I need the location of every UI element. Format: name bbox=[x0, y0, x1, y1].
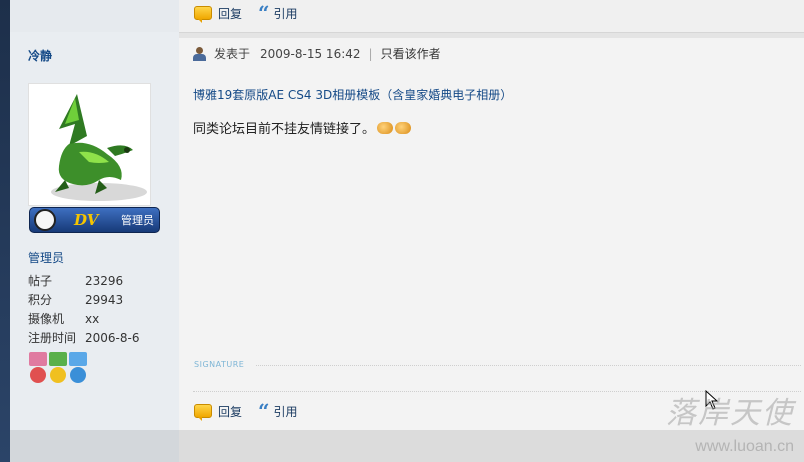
sidebar-bottom bbox=[10, 430, 179, 462]
quote-label: 引用 bbox=[273, 404, 298, 419]
top-action-row: 回复 “ 引用 bbox=[194, 1, 314, 25]
signature-divider bbox=[256, 365, 801, 366]
quote-icon: “ bbox=[258, 1, 269, 25]
post-timestamp: 2009-8-15 16:42 bbox=[260, 46, 361, 61]
stat-row: 注册时间 2006-8-6 bbox=[28, 329, 173, 348]
badge-text: 管理员 bbox=[121, 214, 154, 227]
only-author-link[interactable]: 只看该作者 bbox=[381, 45, 441, 62]
sidebar-top bbox=[10, 0, 179, 32]
avatar[interactable] bbox=[28, 83, 151, 206]
username-link[interactable]: 冷静 bbox=[28, 47, 52, 64]
thread-title-link[interactable]: 博雅19套原版AE CS4 3D相册模板（含皇家婚典电子相册） bbox=[193, 86, 512, 103]
posted-prefix: 发表于 bbox=[214, 47, 251, 61]
user-icon bbox=[193, 46, 206, 61]
signature-label: SIGNATURE bbox=[194, 360, 245, 369]
handshake-emoticon-icon bbox=[377, 121, 394, 134]
user-stats: 帖子 23296 积分 29943 摄像机 xx 注册时间 2006-8-6 bbox=[28, 272, 173, 348]
left-edge-stripe bbox=[0, 0, 10, 462]
quote-button[interactable]: “ 引用 bbox=[258, 399, 298, 423]
reply-button[interactable]: 回复 bbox=[194, 403, 243, 421]
stat-label: 注册时间 bbox=[28, 331, 77, 345]
stat-row: 帖子 23296 bbox=[28, 272, 173, 291]
stat-value: xx bbox=[85, 312, 100, 326]
quote-label: 引用 bbox=[273, 6, 298, 21]
medal-icon[interactable] bbox=[49, 352, 67, 385]
watermark-url: www.luoan.cn bbox=[695, 438, 794, 455]
top-quote-button[interactable]: “ 引用 bbox=[258, 1, 298, 25]
medal-icon[interactable] bbox=[29, 352, 47, 385]
medal-list bbox=[29, 352, 87, 385]
admin-badge: DV 管理员 bbox=[29, 207, 160, 233]
top-reply-button[interactable]: 回复 bbox=[194, 5, 243, 23]
meta-separator: | bbox=[368, 46, 373, 61]
post-text: 同类论坛目前不挂友情链接了。 bbox=[193, 122, 376, 137]
stat-label: 帖子 bbox=[28, 274, 53, 288]
stat-row: 摄像机 xx bbox=[28, 310, 173, 329]
reply-label: 回复 bbox=[218, 6, 243, 21]
handshake-emoticon-icon bbox=[395, 121, 412, 134]
reply-bubble-icon bbox=[194, 6, 212, 23]
site-watermark: 落岸天使 bbox=[666, 396, 794, 431]
film-reel-icon bbox=[34, 209, 56, 231]
post-meta: 发表于 2009-8-15 16:42 | 只看该作者 bbox=[193, 45, 441, 62]
badge-logo: DV bbox=[74, 211, 99, 229]
reply-label: 回复 bbox=[218, 404, 243, 419]
quote-icon: “ bbox=[258, 399, 269, 423]
dragon-avatar-image bbox=[51, 94, 147, 201]
stat-row: 积分 29943 bbox=[28, 291, 173, 310]
user-rank[interactable]: 管理员 bbox=[28, 249, 64, 266]
stat-value: 29943 bbox=[85, 293, 124, 307]
medal-icon[interactable] bbox=[69, 352, 87, 385]
stat-value: 2006-8-6 bbox=[85, 331, 140, 345]
bottom-action-row: 回复 “ 引用 bbox=[194, 399, 314, 423]
stat-value: 23296 bbox=[85, 274, 124, 288]
post-body: 同类论坛目前不挂友情链接了。 bbox=[193, 118, 412, 137]
reply-bubble-icon bbox=[194, 404, 212, 421]
stat-label: 积分 bbox=[28, 293, 53, 307]
stat-label: 摄像机 bbox=[28, 312, 65, 326]
